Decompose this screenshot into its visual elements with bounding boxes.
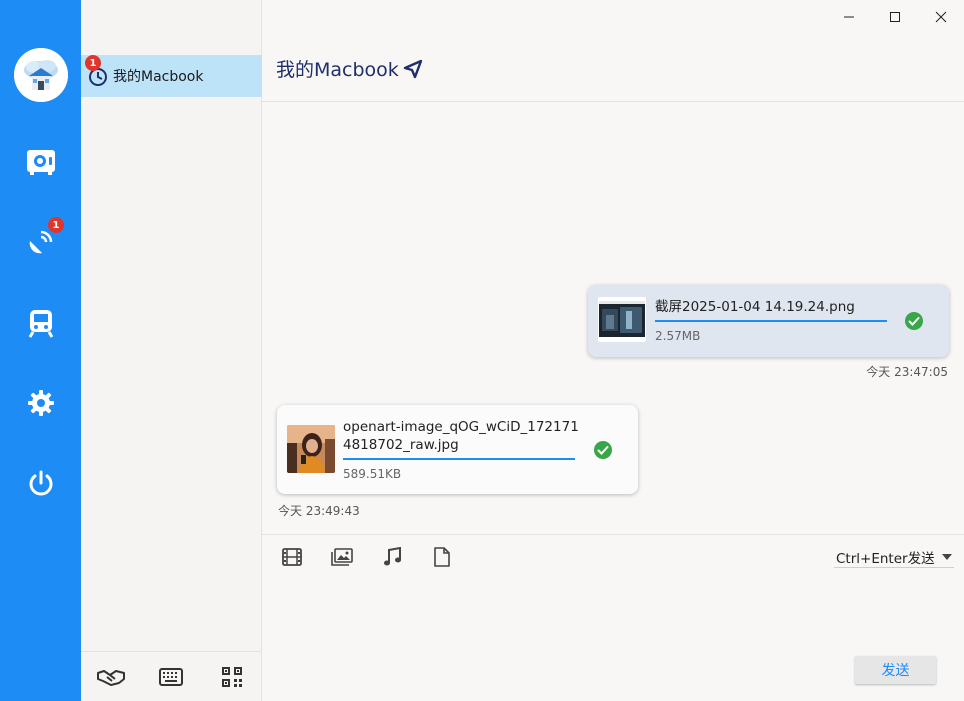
file-size: 2.57MB [655,329,701,343]
gear-icon [28,390,54,416]
message-time: 今天 23:49:43 [278,504,360,518]
nav-rail: 1 [0,0,81,701]
file-thumbnail [287,425,335,473]
avatar[interactable] [14,48,68,102]
minimize-button[interactable] [826,4,872,30]
send-mode-select[interactable]: Ctrl+Enter发送 [834,546,954,568]
message-card-incoming[interactable]: openart-image_qOG_wCiD_1721714818702_raw… [277,405,638,494]
composer-divider [262,534,964,535]
send-button[interactable]: 发送 [855,656,936,684]
cloud-house-avatar-icon [14,48,68,102]
send-arrow-icon [403,59,422,78]
qr-scan-button[interactable] [216,661,248,693]
title-divider [262,101,964,102]
rail-item-transfer[interactable] [20,302,62,344]
film-icon [282,548,302,566]
send-mode-value: Ctrl+Enter发送 [836,550,935,567]
device-label: 我的Macbook [113,69,204,85]
transfer-progress-fill [343,458,575,460]
device-badge: 1 [85,55,101,71]
power-icon [29,470,53,496]
message-card-outgoing[interactable]: 截屏2025-01-04 14.19.24.png 2.57MB [588,285,949,357]
broadcast-badge: 1 [48,217,64,233]
transfer-progress-fill [655,320,887,322]
screenshot-thumbnail-image [598,297,646,342]
file-size: 589.51KB [343,467,402,481]
rail-item-safe[interactable] [20,141,62,183]
message-input[interactable] [262,575,964,650]
send-file-button[interactable] [430,545,454,569]
device-item-macbook[interactable]: 1 我的Macbook [81,55,262,97]
chat-title: 我的Macbook [276,55,423,82]
composer-toolbar [280,545,480,569]
file-name: openart-image_qOG_wCiD_1721714818702_raw… [343,419,579,453]
rail-item-power[interactable] [20,462,62,504]
close-button[interactable] [918,4,964,30]
device-status-icon: 1 [85,55,109,87]
transfer-progress [655,320,887,322]
maximize-button[interactable] [872,4,918,30]
check-circle-icon [594,441,612,459]
rail-item-settings[interactable] [20,382,62,424]
qr-code-icon [221,666,242,687]
keyboard-icon [159,667,184,686]
send-audio-button[interactable] [380,545,404,569]
maximize-icon [890,12,900,22]
app-window: 1 1 我的Macbook 我的Macbook 截屏2025-01-04 14.… [0,0,964,701]
keyboard-button[interactable] [155,661,187,693]
send-image-button[interactable] [330,545,354,569]
pair-button[interactable] [95,661,127,693]
send-video-button[interactable] [280,545,304,569]
device-list: 1 我的Macbook [81,0,262,701]
chat-panel: 我的Macbook 截屏2025-01-04 14.19.24.png 2.57… [262,0,964,701]
chat-title-text: 我的Macbook [276,59,399,81]
title-device-icon [403,59,423,79]
handshake-icon [97,669,126,686]
file-icon [434,547,450,567]
chevron-down-icon [942,553,952,560]
transfer-progress [343,458,575,460]
device-list-footer [81,651,262,701]
music-icon [384,547,401,566]
minimize-icon [844,16,854,18]
message-time: 今天 23:47:05 [866,365,948,379]
check-circle-icon [905,312,923,330]
photo-thumbnail-image [287,425,335,473]
safe-icon [27,150,55,175]
rail-item-broadcast[interactable]: 1 [20,217,64,263]
file-name: 截屏2025-01-04 14.19.24.png [655,299,855,315]
train-icon [28,310,54,338]
file-thumbnail [598,297,646,342]
close-icon [935,11,947,23]
image-icon [331,548,353,566]
window-controls [826,4,964,30]
